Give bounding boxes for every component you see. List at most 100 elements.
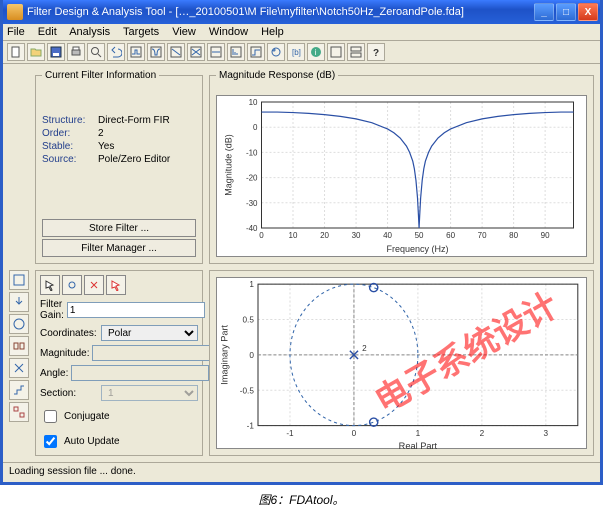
svg-text:30: 30	[352, 231, 361, 240]
svg-text:-20: -20	[246, 174, 258, 183]
svg-text:40: 40	[383, 231, 392, 240]
tool-group-icon[interactable]	[207, 43, 225, 61]
tool-coeff-icon[interactable]: [b]	[287, 43, 305, 61]
tool-help-icon[interactable]: ?	[367, 43, 385, 61]
side-design-icon[interactable]	[9, 270, 29, 290]
tool-spec-icon[interactable]	[127, 43, 145, 61]
mag-label: Magnitude:	[40, 348, 89, 359]
tool-view2-icon[interactable]	[347, 43, 365, 61]
svg-text:[b]: [b]	[292, 48, 301, 57]
menu-analysis[interactable]: Analysis	[69, 26, 110, 38]
svg-text:Imaginary Part: Imaginary Part	[219, 324, 229, 384]
status-bar: Loading session file ... done.	[3, 462, 600, 482]
tool-open-icon[interactable]	[27, 43, 45, 61]
pz-chart: -1 0 1 2 3 -1 -0.5 0 0.5 1 Real Part Imaginary Part…	[216, 277, 587, 449]
side-import-icon[interactable]	[9, 292, 29, 312]
menu-edit[interactable]: Edit	[38, 26, 57, 38]
magnitude-response-panel: Magnitude Response (dB) 0102030405060708…	[209, 70, 594, 264]
cfi-structure-value: Direct-Form FIR	[98, 115, 170, 126]
tool-new-icon[interactable]	[7, 43, 25, 61]
svg-text:-1: -1	[286, 429, 294, 438]
svg-text:1: 1	[249, 280, 254, 289]
cfi-stable-value: Yes	[98, 141, 114, 152]
autoupdate-label: Auto Update	[64, 436, 120, 447]
coord-label: Coordinates:	[40, 328, 98, 339]
mode-addzero-icon[interactable]	[62, 275, 82, 295]
tool-info-icon[interactable]: i	[307, 43, 325, 61]
svg-text:-1: -1	[247, 422, 255, 431]
svg-text:Magnitude (dB): Magnitude (dB)	[224, 134, 234, 196]
svg-text:0: 0	[352, 429, 357, 438]
tool-pz-icon[interactable]	[267, 43, 285, 61]
tool-zoom-icon[interactable]	[87, 43, 105, 61]
cfi-order-label: Order:	[42, 128, 98, 139]
pz-editor-panel: Filter Gain: Coordinates:Polar Magnitude…	[35, 270, 203, 456]
tool-step-icon[interactable]	[247, 43, 265, 61]
svg-text:80: 80	[509, 231, 518, 240]
coord-select[interactable]: Polar	[101, 325, 198, 341]
close-button[interactable]: X	[578, 3, 598, 21]
menu-view[interactable]: View	[172, 26, 196, 38]
conjugate-checkbox[interactable]	[44, 410, 57, 423]
cfi-structure-label: Structure:	[42, 115, 98, 126]
side-quant-icon[interactable]	[9, 380, 29, 400]
window-title: Filter Design & Analysis Tool - […_20100…	[27, 6, 532, 18]
svg-text:10: 10	[249, 98, 258, 107]
menubar: File Edit Analysis Targets View Window H…	[3, 24, 600, 41]
tool-phase-icon[interactable]	[167, 43, 185, 61]
svg-text:?: ?	[373, 48, 379, 58]
menu-file[interactable]: File	[7, 26, 25, 38]
svg-text:2: 2	[362, 344, 367, 353]
svg-text:90: 90	[541, 231, 550, 240]
cfi-source-label: Source:	[42, 154, 98, 165]
svg-text:0.5: 0.5	[243, 316, 255, 325]
mode-select-icon[interactable]	[40, 275, 60, 295]
svg-text:Real Part: Real Part	[399, 441, 438, 451]
maximize-button[interactable]: □	[556, 3, 576, 21]
cfi-source-value: Pole/Zero Editor	[98, 154, 170, 165]
minimize-button[interactable]: _	[534, 3, 554, 21]
svg-text:3: 3	[544, 429, 549, 438]
svg-text:1: 1	[416, 429, 421, 438]
gain-input[interactable]	[67, 302, 205, 318]
side-realize-icon[interactable]	[9, 336, 29, 356]
tool-mag-icon[interactable]	[147, 43, 165, 61]
side-multi-icon[interactable]	[9, 402, 29, 422]
mode-delete-icon[interactable]	[106, 275, 126, 295]
svg-text:10: 10	[289, 231, 298, 240]
toolbar: [b] i ?	[3, 41, 600, 64]
menu-window[interactable]: Window	[209, 26, 248, 38]
side-pz-icon[interactable]	[9, 314, 29, 334]
svg-text:2: 2	[480, 429, 485, 438]
svg-text:-0.5: -0.5	[240, 386, 255, 395]
svg-text:Frequency (Hz): Frequency (Hz)	[386, 244, 448, 254]
tool-undo-icon[interactable]	[107, 43, 125, 61]
filter-manager-button[interactable]: Filter Manager ...	[42, 239, 196, 257]
store-filter-button[interactable]: Store Filter ...	[42, 219, 196, 237]
tool-impulse-icon[interactable]	[227, 43, 245, 61]
magnitude-chart: 0102030405060708090-40-30-20-10010Freque…	[216, 95, 587, 257]
autoupdate-checkbox[interactable]	[44, 435, 57, 448]
section-select[interactable]: 1	[101, 385, 198, 401]
tool-view1-icon[interactable]	[327, 43, 345, 61]
tool-magphase-icon[interactable]	[187, 43, 205, 61]
angle-input[interactable]	[71, 365, 209, 381]
cfi-legend: Current Filter Information	[42, 70, 159, 81]
menu-targets[interactable]: Targets	[123, 26, 159, 38]
mag-legend: Magnitude Response (dB)	[216, 70, 338, 81]
window-titlebar: Filter Design & Analysis Tool - […_20100…	[3, 0, 600, 24]
side-toolbar	[9, 70, 31, 456]
mode-addpole-icon[interactable]	[84, 275, 104, 295]
tool-save-icon[interactable]	[47, 43, 65, 61]
section-label: Section:	[40, 388, 98, 399]
svg-text:0: 0	[253, 123, 258, 132]
svg-text:20: 20	[320, 231, 329, 240]
side-transform-icon[interactable]	[9, 358, 29, 378]
svg-text:0: 0	[259, 231, 264, 240]
tool-print-icon[interactable]	[67, 43, 85, 61]
menu-help[interactable]: Help	[261, 26, 284, 38]
svg-text:60: 60	[446, 231, 455, 240]
svg-text:0: 0	[249, 351, 254, 360]
conjugate-label: Conjugate	[64, 411, 110, 422]
current-filter-info: Current Filter Information Structure:Dir…	[35, 70, 203, 264]
